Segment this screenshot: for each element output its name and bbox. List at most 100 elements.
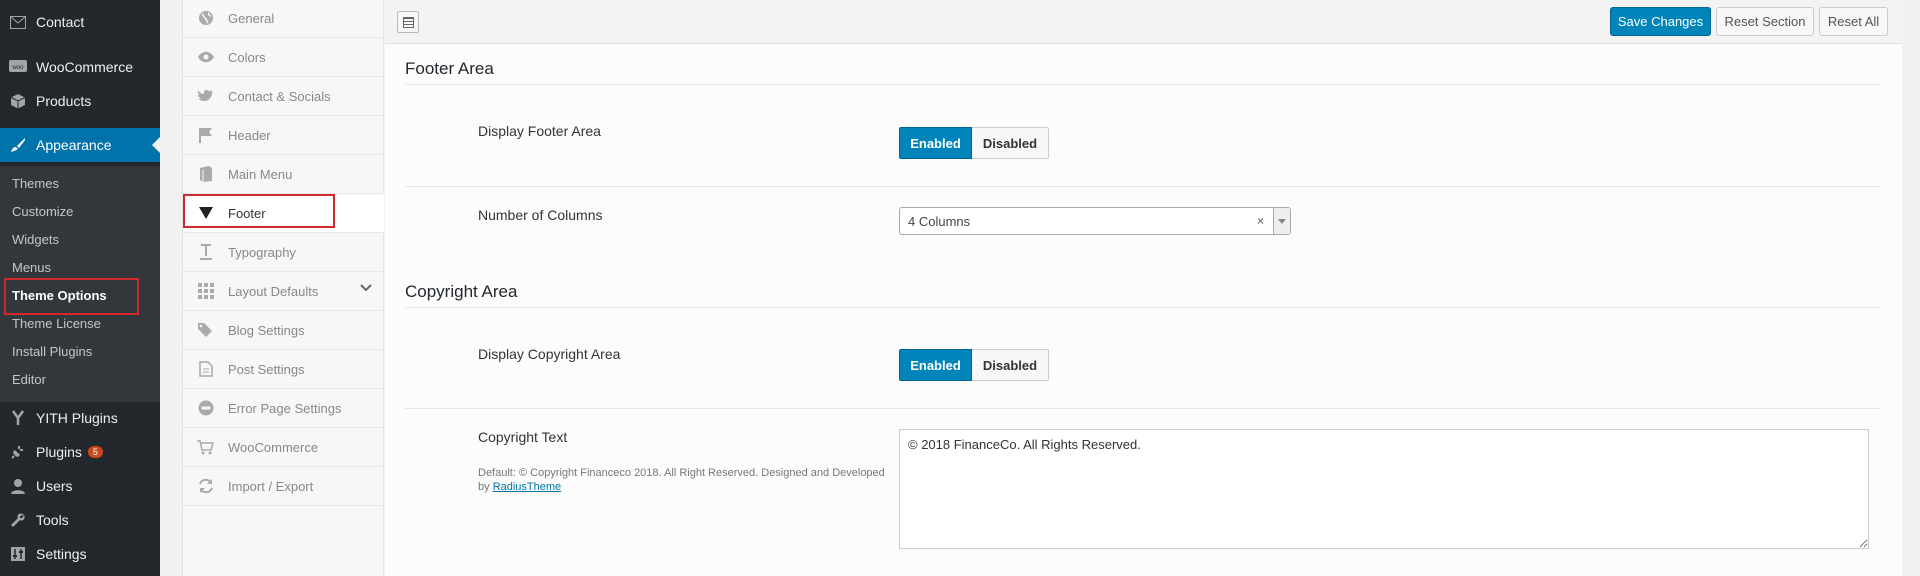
yith-icon (0, 410, 36, 426)
tab-label: Import / Export (228, 478, 314, 494)
menu-label: Appearance (36, 137, 112, 153)
tab-post-settings[interactable]: Post Settings (183, 350, 384, 389)
display-footer-toggle: Enabled Disabled (899, 127, 1049, 159)
refresh-icon (183, 478, 228, 494)
display-footer-area-label: Display Footer Area (478, 123, 601, 139)
submenu-menus[interactable]: Menus (12, 260, 51, 275)
menu-label: Tools (36, 512, 69, 528)
options-content: Save Changes Reset Section Reset All Foo… (385, 0, 1902, 576)
tab-label: Main Menu (228, 166, 293, 182)
tab-label: Header (228, 127, 271, 143)
woocommerce-icon: woo (0, 60, 36, 74)
cart-icon (183, 439, 228, 455)
submenu-install-plugins[interactable]: Install Plugins (12, 344, 92, 359)
tab-main-menu[interactable]: Main Menu (183, 155, 384, 194)
menu-contact[interactable]: Contact (0, 5, 160, 39)
tab-colors[interactable]: Colors (183, 38, 384, 77)
copyright-text-description: Default: © Copyright Financeco 2018. All… (478, 466, 893, 494)
book-icon (183, 166, 228, 182)
submenu-widgets[interactable]: Widgets (12, 232, 59, 247)
theme-options-nav: General Colors Contact & Socials Header … (182, 0, 384, 576)
eye-icon (183, 51, 228, 63)
expand-options-button[interactable] (397, 11, 419, 33)
submenu-editor[interactable]: Editor (12, 372, 46, 387)
admin-sidebar: Contact woo WooCommerce Products Appeara… (0, 0, 160, 576)
tab-header[interactable]: Header (183, 116, 384, 155)
submenu-customize[interactable]: Customize (12, 204, 73, 219)
tab-general[interactable]: General (183, 0, 384, 38)
svg-text:woo: woo (11, 65, 24, 71)
tab-label: Layout Defaults (228, 283, 319, 299)
copyright-text-input[interactable]: © 2018 FinanceCo. All Rights Reserved. (899, 429, 1869, 549)
save-changes-button[interactable]: Save Changes (1610, 7, 1711, 36)
display-copyright-toggle: Enabled Disabled (899, 349, 1049, 381)
menu-label: Users (36, 478, 73, 494)
highlight-box (4, 278, 139, 315)
tab-typography[interactable]: Typography (183, 233, 384, 272)
number-of-columns-select[interactable]: 4 Columns × (899, 207, 1291, 235)
box-icon (0, 93, 36, 109)
current-menu-arrow (152, 137, 160, 153)
tab-label: General (228, 10, 275, 26)
tab-label: Blog Settings (228, 322, 305, 338)
footer-disabled-button[interactable]: Disabled (972, 127, 1049, 159)
clear-selection-icon[interactable]: × (1257, 214, 1273, 228)
copyright-enabled-button[interactable]: Enabled (899, 349, 972, 381)
flag-icon (183, 127, 228, 143)
menu-label: Contact (36, 14, 85, 30)
tab-label: Contact & Socials (228, 88, 331, 104)
menu-label: YITH Plugins (36, 410, 118, 426)
menu-woocommerce[interactable]: woo WooCommerce (0, 50, 160, 84)
selected-value: 4 Columns (908, 213, 971, 229)
tab-layout-defaults[interactable]: Layout Defaults (183, 272, 384, 311)
tags-icon (183, 322, 228, 338)
submenu-theme-license[interactable]: Theme License (12, 316, 101, 331)
menu-label: Products (36, 93, 92, 109)
plug-icon (0, 444, 36, 460)
list-icon (402, 16, 414, 28)
options-toolbar: Save Changes Reset Section Reset All (385, 0, 1902, 44)
menu-products[interactable]: Products (0, 84, 160, 118)
highlight-box (183, 194, 335, 228)
sliders-icon (0, 546, 36, 562)
copyright-disabled-button[interactable]: Disabled (972, 349, 1049, 381)
tab-label: Colors (228, 49, 266, 65)
menu-yith-plugins[interactable]: YITH Plugins (0, 401, 160, 435)
tab-label: Post Settings (228, 361, 305, 377)
menu-tools[interactable]: Tools (0, 503, 160, 537)
chevron-down-icon[interactable] (360, 283, 372, 295)
divider (405, 84, 1880, 85)
menu-label: Plugins (36, 444, 82, 460)
divider (405, 408, 1880, 409)
menu-label: WooCommerce (36, 59, 133, 75)
globe-icon (183, 10, 228, 26)
reset-section-button[interactable]: Reset Section (1716, 7, 1814, 36)
footer-area-heading: Footer Area (405, 59, 494, 78)
menu-plugins[interactable]: Plugins 5 (0, 435, 160, 469)
twitter-icon (183, 89, 228, 103)
tab-label: Typography (228, 244, 296, 260)
paintbrush-icon (0, 137, 36, 153)
menu-settings[interactable]: Settings (0, 537, 160, 571)
tab-blog-settings[interactable]: Blog Settings (183, 311, 384, 350)
update-count-badge: 5 (87, 446, 103, 458)
tab-error-page-settings[interactable]: Error Page Settings (183, 389, 384, 428)
text-icon (183, 244, 228, 260)
dropdown-caret-icon[interactable] (1273, 208, 1290, 234)
footer-enabled-button[interactable]: Enabled (899, 127, 972, 159)
radiustheme-link[interactable]: RadiusTheme (493, 481, 561, 493)
tab-import-export[interactable]: Import / Export (183, 467, 384, 506)
menu-users[interactable]: Users (0, 469, 160, 503)
reset-all-button[interactable]: Reset All (1819, 7, 1888, 36)
tab-contact-socials[interactable]: Contact & Socials (183, 77, 384, 116)
submenu-themes[interactable]: Themes (12, 176, 59, 191)
grid-icon (183, 283, 228, 299)
tab-label: Error Page Settings (228, 400, 342, 416)
menu-appearance[interactable]: Appearance (0, 128, 160, 162)
divider (405, 186, 1880, 187)
tab-woocommerce[interactable]: WooCommerce (183, 428, 384, 467)
document-icon (183, 361, 228, 377)
copyright-text-label: Copyright Text (478, 429, 568, 445)
envelope-icon (0, 15, 36, 29)
display-copyright-area-label: Display Copyright Area (478, 346, 621, 362)
